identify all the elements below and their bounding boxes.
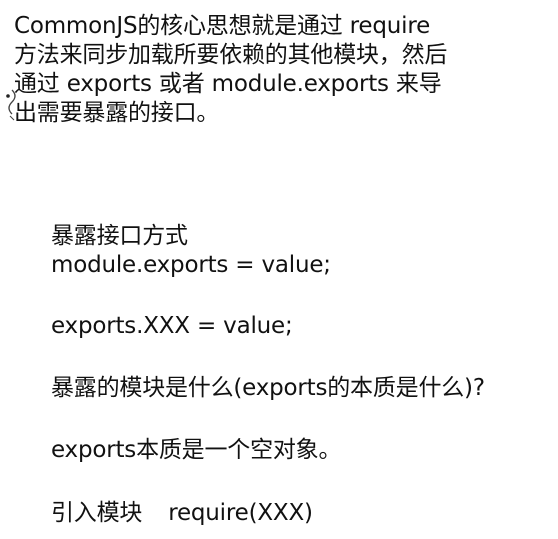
exports-question: 暴露的模块是什么(exports的本质是什么)?	[51, 375, 485, 401]
text-cursor-icon	[6, 89, 16, 121]
intro-line: 方法来同步加载所要依赖的其他模块，然后	[14, 42, 448, 68]
intro-paragraph: CommonJS的核心思想就是通过 require 方法来同步加载所要依赖的其他…	[14, 12, 544, 128]
import-label: 引入模块	[51, 500, 143, 526]
import-module-line: 引入模块 require(XXX)	[51, 499, 313, 528]
exports-code: exports.XXX = value;	[51, 313, 293, 339]
intro-line: 出需要暴露的接口。	[14, 100, 220, 126]
exports-answer: exports本质是一个空对象。	[51, 437, 342, 463]
intro-line: CommonJS的核心思想就是通过 require	[14, 13, 431, 39]
require-code: require(XXX)	[168, 500, 313, 526]
intro-line: 通过 exports 或者 module.exports 来导	[14, 71, 442, 97]
module-exports-code: module.exports = value;	[51, 252, 331, 278]
expose-heading: 暴露接口方式	[51, 223, 188, 249]
